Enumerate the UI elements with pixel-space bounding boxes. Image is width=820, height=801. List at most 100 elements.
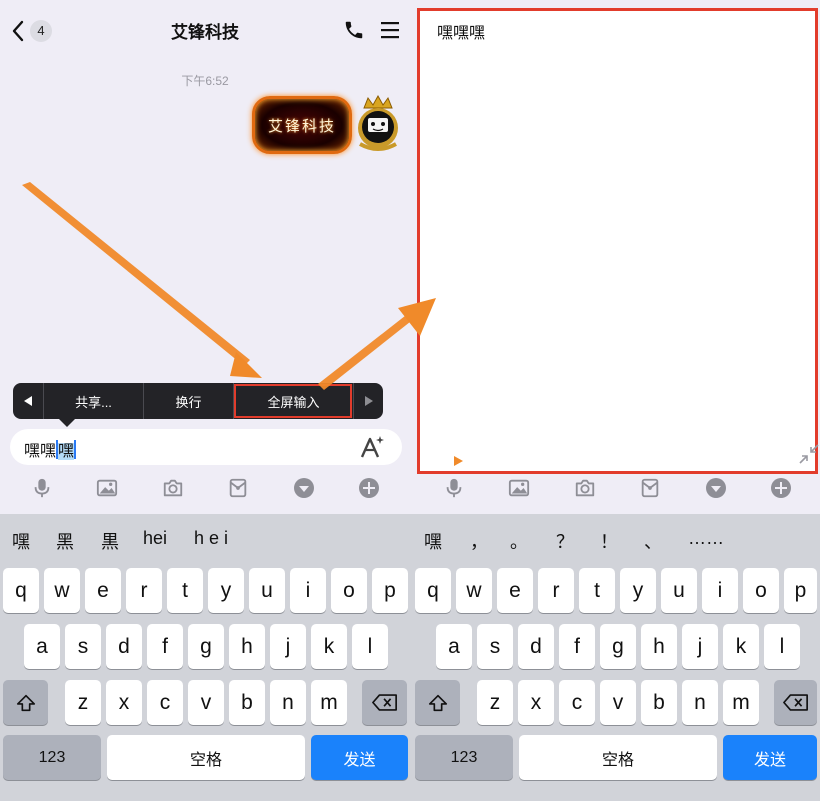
menu-item-newline[interactable]: 换行 [143, 383, 233, 419]
key-k[interactable]: k [311, 624, 347, 669]
key-w[interactable]: w [44, 568, 80, 613]
key-w[interactable]: w [456, 568, 492, 613]
key-x[interactable]: x [106, 680, 142, 725]
fullscreen-text-area[interactable]: 嘿嘿嘿 [417, 8, 820, 474]
key-q[interactable]: q [415, 568, 451, 613]
key-b[interactable]: b [229, 680, 265, 725]
menu-item-fullscreen-input[interactable]: 全屏输入 [233, 383, 353, 419]
key-d[interactable]: d [518, 624, 554, 669]
space-key[interactable]: 空格 [107, 735, 305, 780]
key-i[interactable]: i [702, 568, 738, 613]
back-button[interactable]: 4 [10, 16, 60, 46]
camera-button[interactable] [571, 474, 599, 502]
key-a[interactable]: a [24, 624, 60, 669]
voice-button[interactable] [440, 474, 468, 502]
key-f[interactable]: f [147, 624, 183, 669]
menu-prev-button[interactable] [13, 383, 43, 419]
candidate-word[interactable]: 黑 [56, 528, 74, 554]
key-i[interactable]: i [290, 568, 326, 613]
key-b[interactable]: b [641, 680, 677, 725]
message-input[interactable]: 嘿嘿嘿 [10, 429, 402, 465]
key-j[interactable]: j [270, 624, 306, 669]
key-y[interactable]: y [208, 568, 244, 613]
candidate-word[interactable]: hei [143, 528, 167, 549]
numbers-key[interactable]: 123 [3, 735, 101, 780]
key-k[interactable]: k [723, 624, 759, 669]
key-l[interactable]: l [352, 624, 388, 669]
camera-button[interactable] [159, 474, 187, 502]
key-g[interactable]: g [600, 624, 636, 669]
menu-button[interactable] [378, 19, 402, 41]
candidate-punct[interactable]: 。 [510, 528, 528, 554]
key-t[interactable]: t [167, 568, 203, 613]
key-m[interactable]: m [723, 680, 759, 725]
shift-key[interactable] [3, 680, 48, 725]
key-f[interactable]: f [559, 624, 595, 669]
key-l[interactable]: l [764, 624, 800, 669]
key-q[interactable]: q [3, 568, 39, 613]
key-u[interactable]: u [249, 568, 285, 613]
candidate-word[interactable]: 嘿 [424, 528, 442, 554]
space-key[interactable]: 空格 [519, 735, 717, 780]
key-a[interactable]: a [436, 624, 472, 669]
key-y[interactable]: y [620, 568, 656, 613]
emoji-button[interactable] [702, 474, 730, 502]
key-p[interactable]: p [784, 568, 817, 613]
key-n[interactable]: n [270, 680, 306, 725]
key-c[interactable]: c [147, 680, 183, 725]
key-u[interactable]: u [661, 568, 697, 613]
key-r[interactable]: r [538, 568, 574, 613]
candidate-punct[interactable]: ！ [600, 528, 618, 554]
key-x[interactable]: x [518, 680, 554, 725]
key-v[interactable]: v [188, 680, 224, 725]
menu-item-share[interactable]: 共享... [43, 383, 143, 419]
more-button[interactable] [767, 474, 795, 502]
key-m[interactable]: m [311, 680, 347, 725]
key-n[interactable]: n [682, 680, 718, 725]
red-packet-button[interactable] [224, 474, 252, 502]
phone-call-button[interactable] [343, 19, 365, 41]
candidate-word[interactable]: h e i [194, 528, 228, 549]
sticker-message[interactable]: 艾锋科技 [252, 96, 352, 154]
exit-fullscreen-button[interactable] [798, 443, 820, 465]
key-z[interactable]: z [65, 680, 101, 725]
key-v[interactable]: v [600, 680, 636, 725]
key-g[interactable]: g [188, 624, 224, 669]
send-key[interactable]: 发送 [723, 735, 817, 780]
candidate-punct[interactable]: ？ [556, 528, 574, 554]
selection-handle-end[interactable] [74, 440, 77, 459]
menu-next-button[interactable] [353, 383, 383, 419]
backspace-key[interactable] [362, 680, 407, 725]
key-e[interactable]: e [85, 568, 121, 613]
candidate-word[interactable]: 嘿 [12, 528, 30, 554]
candidate-word[interactable]: 黒 [101, 528, 119, 554]
image-button[interactable] [93, 474, 121, 502]
key-o[interactable]: o [743, 568, 779, 613]
key-o[interactable]: o [331, 568, 367, 613]
numbers-key[interactable]: 123 [415, 735, 513, 780]
key-s[interactable]: s [65, 624, 101, 669]
key-s[interactable]: s [477, 624, 513, 669]
key-h[interactable]: h [229, 624, 265, 669]
image-button[interactable] [505, 474, 533, 502]
voice-button[interactable] [28, 474, 56, 502]
key-p[interactable]: p [372, 568, 408, 613]
candidate-punct[interactable]: ， [470, 528, 488, 554]
key-h[interactable]: h [641, 624, 677, 669]
key-c[interactable]: c [559, 680, 595, 725]
key-z[interactable]: z [477, 680, 513, 725]
key-d[interactable]: d [106, 624, 142, 669]
key-j[interactable]: j [682, 624, 718, 669]
more-button[interactable] [355, 474, 383, 502]
red-packet-button[interactable] [636, 474, 664, 502]
candidate-punct[interactable]: 、 [644, 528, 662, 554]
key-t[interactable]: t [579, 568, 615, 613]
backspace-key[interactable] [774, 680, 817, 725]
key-r[interactable]: r [126, 568, 162, 613]
shift-key[interactable] [415, 680, 460, 725]
key-e[interactable]: e [497, 568, 533, 613]
candidate-punct[interactable]: …… [688, 528, 724, 549]
emoji-button[interactable] [290, 474, 318, 502]
send-key[interactable]: 发送 [311, 735, 408, 780]
ai-text-button[interactable] [358, 434, 386, 460]
